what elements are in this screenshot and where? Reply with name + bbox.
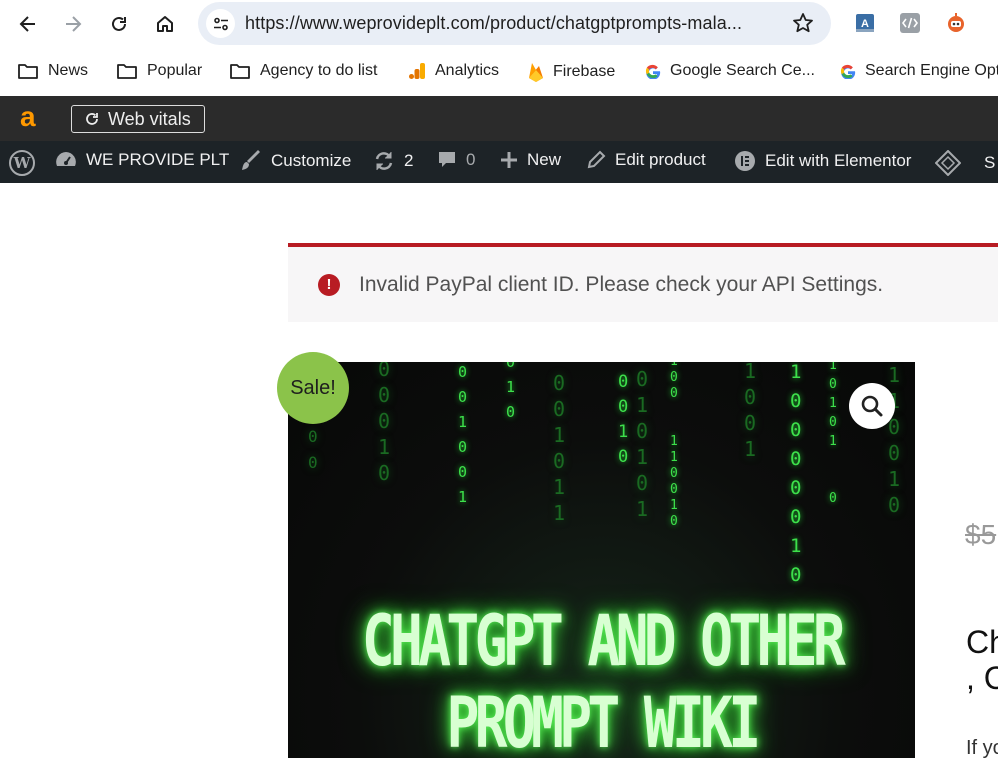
error-icon: ! xyxy=(318,274,340,296)
translate-extension-icon[interactable]: A xyxy=(852,10,878,36)
matrix-column: 1 0 1 0 1 0 xyxy=(829,362,837,506)
google-icon xyxy=(840,64,856,79)
code-extension-icon[interactable] xyxy=(897,10,923,36)
back-arrow-icon[interactable] xyxy=(14,10,42,38)
bookmark-google-search-console[interactable]: Google Search Ce... xyxy=(645,62,815,80)
updates-count: 2 xyxy=(404,151,414,170)
diamond-icon xyxy=(935,150,961,176)
bookmark-label: Analytics xyxy=(435,62,500,79)
matrix-column: 1 1 0 0 1 0 xyxy=(888,363,901,517)
elementor-icon xyxy=(735,151,755,171)
extension-toolbar: a Web vitals xyxy=(0,96,998,141)
profile-avatar[interactable] xyxy=(988,10,998,36)
analytics-icon xyxy=(409,63,425,79)
svg-text:A: A xyxy=(861,18,869,30)
wp-site-name[interactable]: WE PROVIDE PLT xyxy=(55,150,229,170)
product-title: Ch , C xyxy=(966,624,998,696)
reload-icon[interactable] xyxy=(105,10,133,38)
wp-seo-menu[interactable]: S xyxy=(935,150,995,176)
bookmark-popular[interactable]: Popular xyxy=(116,62,202,80)
web-vitals-button[interactable]: Web vitals xyxy=(71,105,205,133)
forward-arrow-icon[interactable] xyxy=(59,10,87,38)
old-price: $5 xyxy=(965,519,997,550)
zoom-button[interactable] xyxy=(849,383,895,429)
dashboard-gauge-icon xyxy=(56,152,76,166)
bookmark-label: Agency to do list xyxy=(260,62,378,79)
product-title-line2: , C xyxy=(966,660,998,696)
wp-new[interactable]: New xyxy=(500,150,561,170)
wp-admin-bar: W WE PROVIDE PLT Customize 2 0 New Edit … xyxy=(0,141,998,183)
bookmarks-bar: News Popular Agency to do list Analytics… xyxy=(0,50,998,96)
pencil-icon xyxy=(587,150,606,169)
matrix-column: 1 0 0 0 0 0 1 0 xyxy=(790,362,802,586)
bookmark-label: Google Search Ce... xyxy=(670,62,815,79)
wp-customize[interactable]: Customize xyxy=(240,150,351,172)
home-icon[interactable] xyxy=(151,10,179,38)
svg-text:W: W xyxy=(13,154,32,172)
folder-icon xyxy=(18,64,38,79)
wp-updates[interactable]: 2 xyxy=(373,150,413,172)
notice-message: Invalid PayPal client ID. Please check y… xyxy=(359,273,884,296)
bookmark-firebase[interactable]: Firebase xyxy=(528,62,615,82)
wp-edit-product[interactable]: Edit product xyxy=(586,150,706,170)
matrix-column: 0 0 1 0 xyxy=(618,372,629,467)
image-title-line2: PROMPT WIKI xyxy=(446,682,761,758)
new-label: New xyxy=(527,150,562,169)
folder-icon xyxy=(230,64,250,79)
product-description: If yo xyxy=(966,737,998,759)
edit-product-label: Edit product xyxy=(615,150,706,169)
folder-icon xyxy=(117,64,137,79)
updates-icon xyxy=(375,152,393,170)
plus-icon xyxy=(501,152,517,168)
magnifier-icon xyxy=(861,395,883,417)
bookmark-agency-todo[interactable]: Agency to do list xyxy=(229,62,377,80)
bookmark-star-icon[interactable] xyxy=(791,11,815,40)
matrix-column: 0 0 0 1 0 xyxy=(378,362,391,485)
site-info-icon[interactable] xyxy=(206,9,235,38)
bookmark-label: News xyxy=(48,62,89,79)
bookmark-label: Popular xyxy=(147,62,203,79)
robot-extension-icon[interactable] xyxy=(943,10,969,36)
browser-toolbar: https://www.weprovideplt.com/product/cha… xyxy=(0,0,998,50)
image-title-line1: CHATGPT AND OTHER xyxy=(361,600,846,682)
matrix-column: 0 0 1 0 0 1 xyxy=(458,363,468,506)
site-name-label: WE PROVIDE PLT xyxy=(86,150,230,169)
bookmark-analytics[interactable]: Analytics xyxy=(408,62,499,80)
matrix-column: 0 1 0 1 0 1 xyxy=(636,367,649,521)
matrix-column: 0 1 0 xyxy=(506,362,516,421)
firebase-icon xyxy=(529,63,543,82)
matrix-column: 1 0 0 1 1 0 0 1 0 xyxy=(670,362,678,529)
sale-badge-label: Sale! xyxy=(290,376,336,399)
brush-icon xyxy=(242,150,260,170)
wordpress-logo-icon[interactable]: W xyxy=(8,149,36,177)
edit-elementor-label: Edit with Elementor xyxy=(765,151,912,170)
bookmark-search-engine-opt[interactable]: Search Engine Opt xyxy=(840,62,998,80)
google-icon xyxy=(645,64,661,79)
bookmark-label: Firebase xyxy=(553,63,616,80)
seo-menu-label: S xyxy=(984,153,996,172)
sale-badge: Sale! xyxy=(277,352,349,424)
bookmark-news[interactable]: News xyxy=(17,62,88,80)
matrix-column: 1 0 0 1 xyxy=(744,362,757,461)
amazon-logo-icon[interactable]: a xyxy=(20,101,36,133)
web-vitals-label: Web vitals xyxy=(108,108,191,129)
address-bar[interactable]: https://www.weprovideplt.com/product/cha… xyxy=(198,2,831,45)
paypal-error-notice: ! Invalid PayPal client ID. Please check… xyxy=(288,247,998,322)
bookmark-label: Search Engine Opt xyxy=(865,62,998,79)
product-image[interactable]: 0 0 0 1 0 0 0 1 0 0 1 0 1 0 0 0 1 0 1 1 … xyxy=(288,362,915,758)
url-text[interactable]: https://www.weprovideplt.com/product/cha… xyxy=(245,13,742,34)
customize-label: Customize xyxy=(271,151,352,170)
product-title-line1: Ch xyxy=(966,624,998,660)
wp-edit-elementor[interactable]: Edit with Elementor xyxy=(734,150,911,172)
refresh-icon xyxy=(86,113,98,125)
comments-count: 0 xyxy=(466,150,476,169)
wp-comments[interactable]: 0 xyxy=(437,150,475,170)
comment-bubble-icon xyxy=(439,152,455,167)
matrix-column: 0 0 1 0 1 1 xyxy=(553,371,566,525)
